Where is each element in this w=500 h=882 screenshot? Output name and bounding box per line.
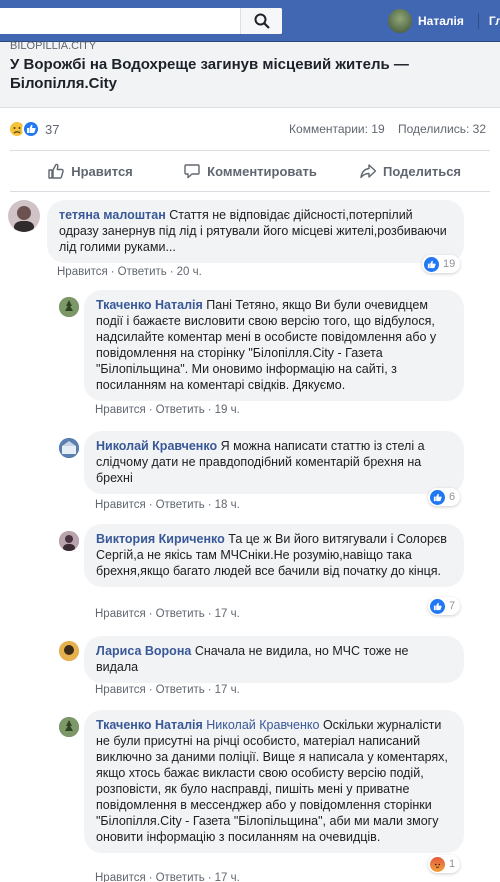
share-label: Поделиться — [382, 163, 462, 179]
comment-reactions-count: 1 — [449, 858, 456, 870]
comment-bubble: Николай Кравченко Я можна написати статт… — [84, 431, 464, 494]
commenter-avatar[interactable] — [59, 641, 79, 661]
comment-time[interactable]: 18 ч. — [215, 499, 240, 511]
comment-reply-link[interactable]: Ответить — [156, 404, 205, 416]
comment-like-link[interactable]: Нравится — [95, 499, 146, 511]
comment-text: Пані Тетяно, якщо Ви були очевидцем поді… — [96, 298, 437, 392]
commenter-avatar[interactable] — [59, 438, 79, 458]
commenter-avatar[interactable] — [59, 297, 79, 317]
angry-reaction-icon — [430, 856, 445, 872]
link-title[interactable]: У Ворожбі на Водохреще загинув місцевий … — [10, 55, 490, 93]
like-reaction-icon — [22, 120, 40, 138]
user-name: Наталія — [418, 14, 464, 28]
comment-reply-link[interactable]: Ответить — [156, 499, 205, 511]
comment-icon — [184, 164, 200, 179]
shares-count[interactable]: Поделились: 32 — [398, 122, 486, 136]
link-preview[interactable]: BILOPILLIA.CITY У Ворожбі на Водохреще з… — [0, 40, 500, 108]
like-label: Нравится — [71, 163, 133, 179]
comment-reactions-count: 19 — [443, 258, 456, 270]
reactions-summary[interactable]: 37 — [8, 120, 59, 138]
reply: Виктория Кириченко Та це ж Ви його витяг… — [0, 524, 500, 624]
comment-like-link[interactable]: Нравится — [95, 684, 146, 696]
nav-divider — [477, 13, 479, 29]
comment-button[interactable]: Комментировать — [170, 151, 330, 191]
comment-reactions[interactable]: 1 — [428, 855, 461, 873]
search-icon — [254, 13, 270, 29]
link-domain: BILOPILLIA.CITY — [10, 40, 97, 52]
comment-like-link[interactable]: Нравится — [95, 608, 146, 620]
comment-reactions-count: 7 — [449, 600, 456, 612]
reply: Николай Кравченко Я можна написати статт… — [0, 431, 500, 515]
comment-text: Оскільки журналісти не були присутні на … — [96, 718, 448, 844]
comment-bubble: тетяна малоштан Стаття не відповідає дій… — [47, 200, 464, 263]
comment-bubble: Лариса Ворона Сначала не видила, но МЧС … — [84, 636, 464, 683]
comment-bubble: Ткаченко Наталія Пані Тетяно, якщо Ви бу… — [84, 290, 464, 401]
comment-time[interactable]: 20 ч. — [177, 266, 202, 278]
comment-author[interactable]: тетяна малоштан — [59, 208, 166, 222]
comment-author[interactable]: Ткаченко Наталія — [96, 718, 203, 732]
comment-bubble: Виктория Кириченко Та це ж Ви його витяг… — [84, 524, 464, 587]
reply: Ткаченко Наталія Пані Тетяно, якщо Ви бу… — [0, 290, 500, 420]
comment: тетяна малоштан Стаття не відповідає дій… — [0, 193, 500, 285]
like-button[interactable]: Нравится — [10, 151, 170, 191]
comment-mention[interactable]: Николай Кравченко — [206, 718, 319, 732]
comment-meta: Нравится · Ответить · 20 ч. — [57, 266, 202, 278]
comment-label: Комментировать — [207, 163, 317, 179]
post-actions: Нравится Комментировать Поделиться — [10, 150, 490, 192]
comment-reactions[interactable]: 19 — [422, 255, 461, 273]
comment-author[interactable]: Николай Кравченко — [96, 439, 217, 453]
comment-like-link[interactable]: Нравится — [95, 404, 146, 416]
share-button[interactable]: Поделиться — [330, 151, 490, 191]
search-button[interactable] — [240, 8, 282, 34]
comment-author[interactable]: Лариса Ворона — [96, 644, 191, 658]
comment-reply-link[interactable]: Ответить — [156, 684, 205, 696]
comment-time[interactable]: 19 ч. — [215, 404, 240, 416]
like-reaction-icon — [424, 256, 439, 272]
comment-reply-link[interactable]: Ответить — [118, 266, 167, 278]
reply: Лариса Ворона Сначала не видила, но МЧС … — [0, 636, 500, 706]
comment-reactions[interactable]: 6 — [428, 488, 461, 506]
post-stats: 37 Комментарии: 19 Поделились: 32 — [0, 108, 500, 150]
share-icon — [360, 164, 377, 179]
profile-link[interactable]: Наталія Гл — [388, 9, 500, 33]
comment-reactions-count: 6 — [449, 491, 456, 503]
comment-meta: Нравится · Ответить · 17 ч. — [95, 608, 240, 620]
comment-meta: Нравится · Ответить · 19 ч. — [95, 404, 240, 416]
comment-like-link[interactable]: Нравится — [95, 872, 146, 882]
reply: Ткаченко Наталія Николай Кравченко Оскіл… — [0, 710, 500, 882]
comment-meta: Нравится · Ответить · 17 ч. — [95, 684, 240, 696]
commenter-avatar[interactable] — [59, 531, 79, 551]
comment-like-link[interactable]: Нравится — [57, 266, 108, 278]
user-avatar — [388, 9, 412, 33]
commenter-avatar[interactable] — [8, 200, 40, 232]
comment-author[interactable]: Виктория Кириченко — [96, 532, 225, 546]
comment-time[interactable]: 17 ч. — [215, 684, 240, 696]
comments-section: тетяна малоштан Стаття не відповідає дій… — [0, 193, 500, 882]
reactions-count: 37 — [45, 121, 60, 137]
top-navbar: Наталія Гл — [0, 0, 500, 42]
comment-time[interactable]: 17 ч. — [215, 872, 240, 882]
comment-meta: Нравится · Ответить · 17 ч. — [95, 872, 240, 882]
thumbs-up-icon — [48, 163, 65, 179]
comments-count[interactable]: Комментарии: 19 — [289, 122, 385, 136]
comment-reply-link[interactable]: Ответить — [156, 608, 205, 620]
search-input[interactable] — [0, 8, 282, 34]
comment-bubble: Ткаченко Наталія Николай Кравченко Оскіл… — [84, 710, 464, 853]
comment-time[interactable]: 17 ч. — [215, 608, 240, 620]
comment-meta: Нравится · Ответить · 18 ч. — [95, 499, 240, 511]
like-reaction-icon — [430, 598, 445, 614]
like-reaction-icon — [430, 489, 445, 505]
comment-reply-link[interactable]: Ответить — [156, 872, 205, 882]
comment-reactions[interactable]: 7 — [428, 597, 461, 615]
comment-author[interactable]: Ткаченко Наталія — [96, 298, 203, 312]
home-link[interactable]: Гл — [489, 14, 500, 28]
commenter-avatar[interactable] — [59, 717, 79, 737]
